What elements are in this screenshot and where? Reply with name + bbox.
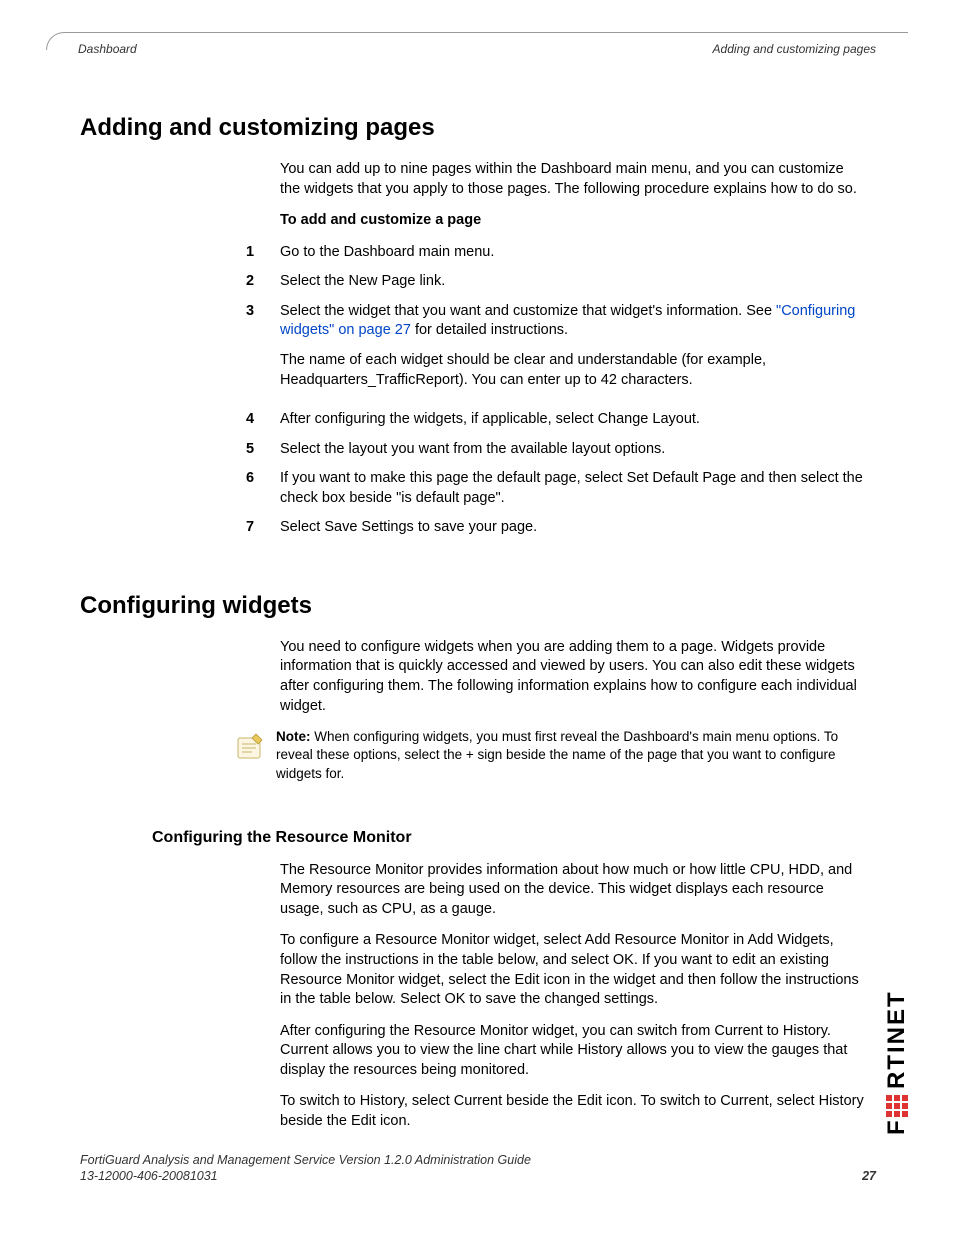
subsection-title-resource-monitor: Configuring the Resource Monitor [152, 829, 876, 847]
note-icon [232, 728, 276, 771]
step-number: 4 [240, 410, 280, 430]
step-text: After configuring the widgets, if applic… [280, 410, 866, 430]
page-content: Adding and customizing pages You can add… [80, 100, 876, 1144]
rm-p1: The Resource Monitor provides informatio… [280, 861, 866, 920]
fortinet-logo: F RTINET [882, 915, 910, 1135]
step3-note: The name of each widget should be clear … [280, 351, 866, 390]
step-text: Select the widget that you want and cust… [280, 302, 866, 400]
section2-intro: You need to configure widgets when you a… [280, 638, 866, 716]
note-label: Note: [276, 729, 311, 744]
svg-text:RTINET: RTINET [883, 990, 910, 1089]
rm-p4: To switch to History, select Current bes… [280, 1092, 866, 1131]
header-right: Adding and customizing pages [713, 42, 876, 56]
svg-text:F: F [883, 1118, 910, 1135]
section-title-adding: Adding and customizing pages [80, 114, 876, 142]
rm-p2: To configure a Resource Monitor widget, … [280, 931, 866, 1009]
rm-p3: After configuring the Resource Monitor w… [280, 1022, 866, 1081]
footer-title: FortiGuard Analysis and Management Servi… [80, 1153, 876, 1167]
page-number: 27 [862, 1169, 876, 1183]
step3-lead: Select the widget that you want and cust… [280, 303, 776, 319]
step-text: Select the layout you want from the avai… [280, 440, 866, 460]
step-number: 6 [240, 469, 280, 508]
step-text: Select Save Settings to save your page. [280, 518, 866, 538]
step3-tail: for detailed instructions. [411, 322, 568, 338]
header-left: Dashboard [78, 42, 137, 56]
step-text: Select the New Page link. [280, 272, 866, 292]
footer-docid: 13-12000-406-20081031 [80, 1169, 218, 1183]
note-block: Note: When configuring widgets, you must… [232, 728, 866, 783]
section1-intro: You can add up to nine pages within the … [280, 160, 866, 199]
procedure-steps: 1Go to the Dashboard main menu. 2Select … [240, 243, 866, 538]
note-text: Note: When configuring widgets, you must… [276, 728, 866, 783]
section-title-configuring: Configuring widgets [80, 592, 876, 620]
step-number: 2 [240, 272, 280, 292]
page-footer: FortiGuard Analysis and Management Servi… [80, 1153, 876, 1183]
step-number: 3 [240, 302, 280, 400]
step-text: Go to the Dashboard main menu. [280, 243, 866, 263]
step-text: If you want to make this page the defaul… [280, 469, 866, 508]
procedure-title: To add and customize a page [280, 211, 866, 231]
step-number: 5 [240, 440, 280, 460]
note-body: When configuring widgets, you must first… [276, 729, 838, 780]
step-number: 7 [240, 518, 280, 538]
step-number: 1 [240, 243, 280, 263]
